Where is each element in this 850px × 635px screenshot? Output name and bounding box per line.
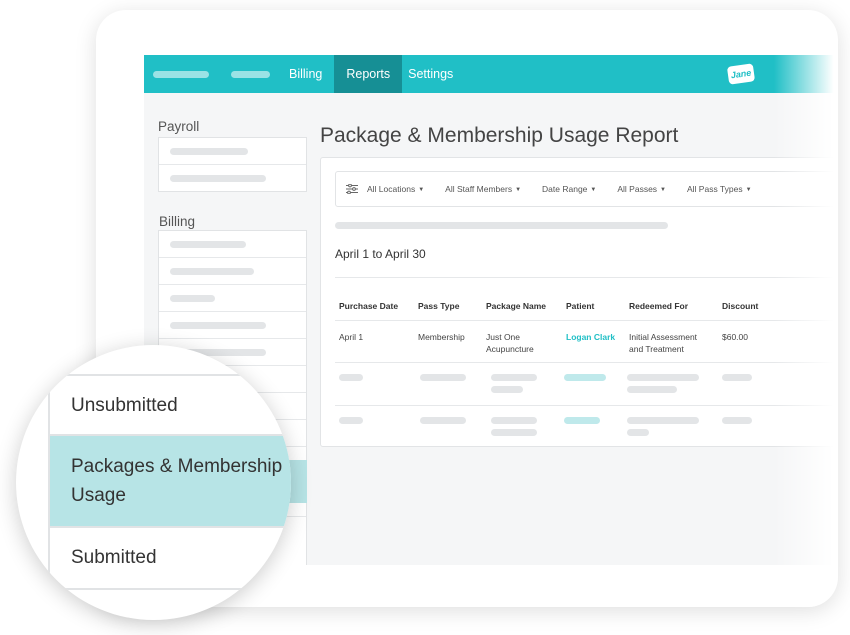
nav-placeholder (153, 70, 209, 78)
divider (50, 374, 291, 376)
column-header-redeemed-for: Redeemed For (629, 301, 689, 311)
cell-purchase-date: April 1 (339, 332, 364, 342)
sidebar-heading-billing: Billing (159, 214, 196, 229)
cell-pass-type: Membership (418, 332, 465, 342)
date-range-label: April 1 to April 30 (335, 247, 426, 261)
filter-bar: All Locations ▼ All Staff Members ▼ Date R… (335, 171, 838, 207)
filter-staff-dropdown[interactable]: All Staff Members ▼ (445, 184, 521, 194)
report-panel: All Locations ▼ All Staff Members ▼ Date R… (320, 157, 838, 447)
sidebar-item[interactable] (159, 165, 306, 192)
sidebar-item[interactable] (159, 258, 306, 285)
menu-item-unsubmitted[interactable]: Unsubmitted (50, 378, 291, 434)
jane-logo: Jane (726, 63, 756, 85)
filter-label: All Pass Types (687, 184, 743, 194)
divider (335, 405, 838, 406)
cell-redeemed-for: Initial Assessment and Treatment (629, 332, 698, 354)
filter-label: All Staff Members (445, 184, 513, 194)
patient-link[interactable]: Logan Clark (566, 331, 615, 343)
caret-down-icon: ▼ (418, 187, 425, 193)
filter-label: All Locations (367, 184, 416, 194)
top-nav: Billing Reports Settings Jane (144, 55, 838, 93)
column-header-patient: Patient (566, 301, 595, 311)
divider (50, 588, 291, 590)
nav-link-billing[interactable]: Billing (277, 55, 334, 93)
cell-package-name: Just One Acupuncture (486, 332, 534, 354)
sidebar-item[interactable] (159, 285, 306, 312)
filter-locations-dropdown[interactable]: All Locations ▼ (367, 184, 424, 194)
column-header-pass-type: Pass Type (418, 301, 460, 311)
loading-placeholder (335, 222, 668, 229)
nav-placeholder (231, 70, 270, 78)
divider (335, 320, 838, 321)
filter-date-range-dropdown[interactable]: Date Range ▼ (542, 184, 596, 194)
sidebar-heading-payroll: Payroll (158, 119, 200, 134)
menu-item-packages-membership-usage[interactable]: Packages & Membership Usage (50, 436, 291, 526)
nav-link-reports[interactable]: Reports (334, 55, 403, 93)
menu-item-submitted[interactable]: Submitted (50, 528, 291, 588)
caret-down-icon: ▼ (745, 187, 752, 193)
sidebar-item[interactable] (159, 231, 306, 258)
caret-down-icon: ▼ (515, 187, 522, 193)
sidebar-item[interactable] (159, 138, 306, 165)
caret-down-icon: ▼ (590, 187, 597, 193)
sidebar-payroll-list (158, 137, 307, 192)
column-header-purchase-date: Purchase Date (339, 301, 399, 311)
caret-down-icon: ▼ (660, 187, 666, 193)
column-header-discount: Discount (722, 301, 759, 311)
sidebar-item[interactable] (159, 312, 306, 339)
cell-discount: $60.00 (722, 332, 748, 342)
column-header-package-name: Package Name (486, 301, 547, 311)
page-title: Package & Membership Usage Report (320, 124, 679, 147)
divider (335, 277, 838, 278)
filter-sliders-icon[interactable] (346, 184, 358, 194)
magnifier-zoom: Unsubmitted Packages & Membership Usage … (16, 345, 291, 620)
filter-pass-types-dropdown[interactable]: All Pass Types ▼ (687, 184, 752, 194)
filter-label: Date Range (542, 184, 588, 194)
nav-link-settings[interactable]: Settings (402, 55, 465, 93)
filter-passes-dropdown[interactable]: All Passes ▼ (617, 184, 666, 194)
filter-label: All Passes (617, 184, 658, 194)
divider (335, 362, 838, 363)
